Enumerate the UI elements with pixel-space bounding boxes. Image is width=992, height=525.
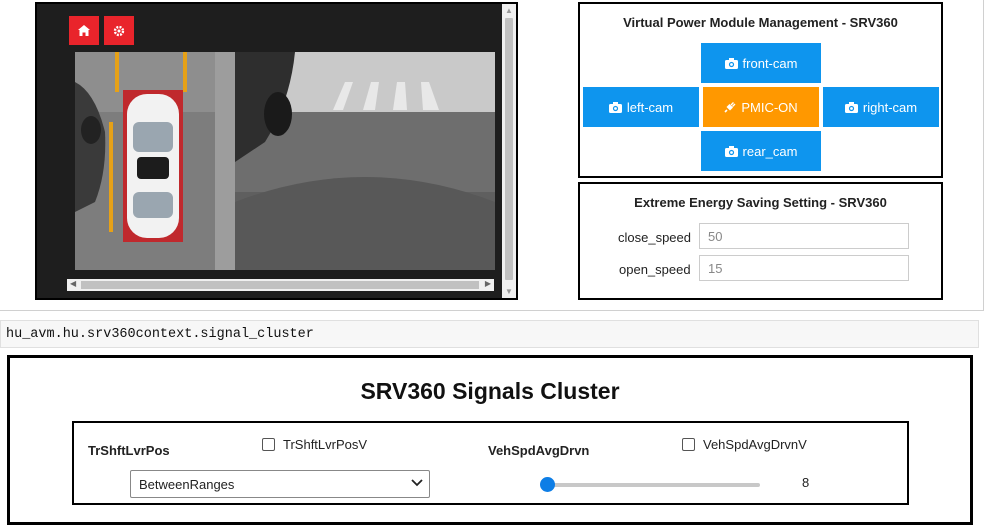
settings-button[interactable] (104, 16, 134, 45)
front-cam-button[interactable]: front-cam (701, 43, 821, 83)
close-speed-label: close_speed (618, 230, 691, 245)
shift-lever-valid-checkbox[interactable]: TrShftLvrPosV (262, 437, 367, 452)
power-module-panel: Virtual Power Module Management - SRV360… (578, 2, 943, 178)
code-cell[interactable]: hu_avm.hu.srv360context.signal_cluster (0, 320, 979, 348)
cluster-title: SRV360 Signals Cluster (360, 378, 620, 404)
scroll-right-icon[interactable]: ▶ (485, 279, 491, 288)
gear-icon (113, 25, 125, 36)
shift-lever-selected-value: BetweenRanges (139, 477, 235, 492)
shift-lever-label: TrShftLvrPos (88, 443, 170, 458)
chevron-down-icon (411, 476, 423, 490)
signals-cluster-panel: SRV360 Signals Cluster TrShftLvrPos TrSh… (7, 355, 973, 525)
left-cam-label: left-cam (626, 99, 674, 115)
rear-cam-label: rear_cam (742, 143, 798, 159)
checkbox-icon[interactable] (262, 438, 275, 451)
camera-icon (724, 145, 738, 157)
shift-lever-select[interactable]: BetweenRanges (130, 470, 430, 498)
surround-view-image (75, 52, 495, 270)
camera-icon (608, 101, 622, 113)
vehicle-speed-valid-checkbox[interactable]: VehSpdAvgDrvnV (682, 437, 807, 452)
scroll-left-icon[interactable]: ◀ (70, 279, 76, 288)
horizontal-scrollbar[interactable]: ◀ ▶ (67, 279, 494, 291)
front-cam-label: front-cam (742, 55, 798, 71)
left-cam-button[interactable]: left-cam (583, 87, 699, 127)
checkbox-icon[interactable] (682, 438, 695, 451)
scroll-up-icon[interactable]: ▲ (505, 6, 513, 15)
vehicle-speed-valid-label: VehSpdAvgDrvnV (703, 437, 807, 452)
camera-viewer: ◀ ▶ ▲ ▼ (35, 2, 518, 300)
power-module-title: Virtual Power Module Management - SRV360 (623, 15, 898, 30)
open-speed-input[interactable]: 15 (699, 255, 909, 281)
home-button[interactable] (69, 16, 99, 45)
shift-lever-valid-label: TrShftLvrPosV (283, 437, 368, 452)
right-cam-label: right-cam (862, 99, 918, 115)
right-cam-button[interactable]: right-cam (823, 87, 939, 127)
signals-group: TrShftLvrPos TrShftLvrPosV VehSpdAvgDrvn… (72, 421, 909, 505)
camera-icon (724, 57, 738, 69)
home-icon (78, 25, 90, 36)
vehicle-speed-label: VehSpdAvgDrvn (488, 443, 590, 458)
camera-icon (844, 101, 858, 113)
plug-icon (724, 102, 736, 113)
slider-handle[interactable] (540, 477, 555, 492)
rear-cam-button[interactable]: rear_cam (701, 131, 821, 171)
vertical-scroll-thumb[interactable] (505, 18, 513, 280)
vertical-scrollbar[interactable]: ▲ ▼ (502, 4, 516, 298)
vehicle-speed-value: 8 (802, 475, 810, 490)
open-speed-label: open_speed (619, 262, 691, 277)
pmic-on-button[interactable]: PMIC-ON (703, 87, 819, 127)
horizontal-scroll-thumb[interactable] (81, 281, 479, 289)
vehicle-speed-slider[interactable] (540, 477, 760, 492)
energy-saving-title: Extreme Energy Saving Setting - SRV360 (634, 195, 887, 210)
scroll-down-icon[interactable]: ▼ (505, 287, 513, 296)
energy-saving-panel: Extreme Energy Saving Setting - SRV360 c… (578, 182, 943, 300)
close-speed-input[interactable]: 50 (699, 223, 909, 249)
pmic-on-label: PMIC-ON (741, 99, 798, 115)
